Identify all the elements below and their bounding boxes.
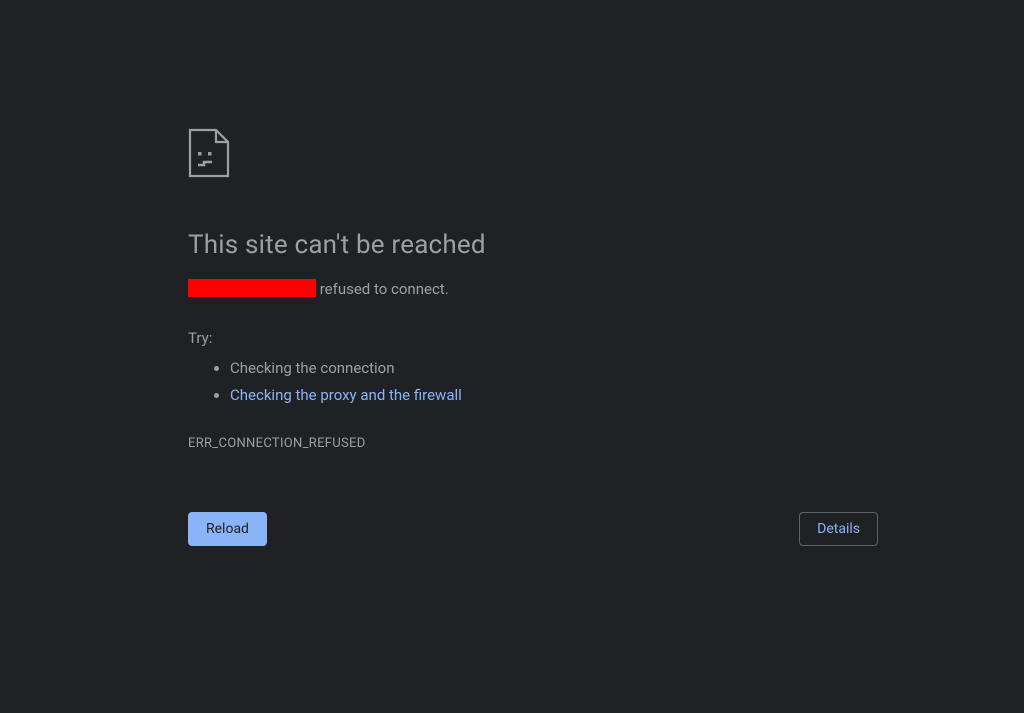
suggestion-text: Checking the connection (230, 359, 395, 377)
error-message-suffix: refused to connect. (316, 280, 449, 298)
redacted-host (188, 279, 316, 297)
error-code: ERR_CONNECTION_REFUSED (188, 436, 878, 451)
error-message: refused to connect. (188, 278, 878, 301)
list-item: Checking the proxy and the firewall (230, 382, 878, 410)
list-item: Checking the connection (230, 355, 878, 383)
details-button[interactable]: Details (799, 512, 878, 546)
sad-page-icon (188, 128, 878, 182)
error-heading: This site can't be reached (188, 230, 878, 260)
reload-button[interactable]: Reload (188, 512, 267, 546)
error-page-content: This site can't be reached refused to co… (188, 128, 878, 451)
suggestion-list: Checking the connection Checking the pro… (230, 355, 878, 411)
proxy-firewall-link[interactable]: Checking the proxy and the firewall (230, 386, 462, 404)
button-row: Reload Details (188, 512, 878, 546)
try-label: Try: (188, 329, 878, 347)
